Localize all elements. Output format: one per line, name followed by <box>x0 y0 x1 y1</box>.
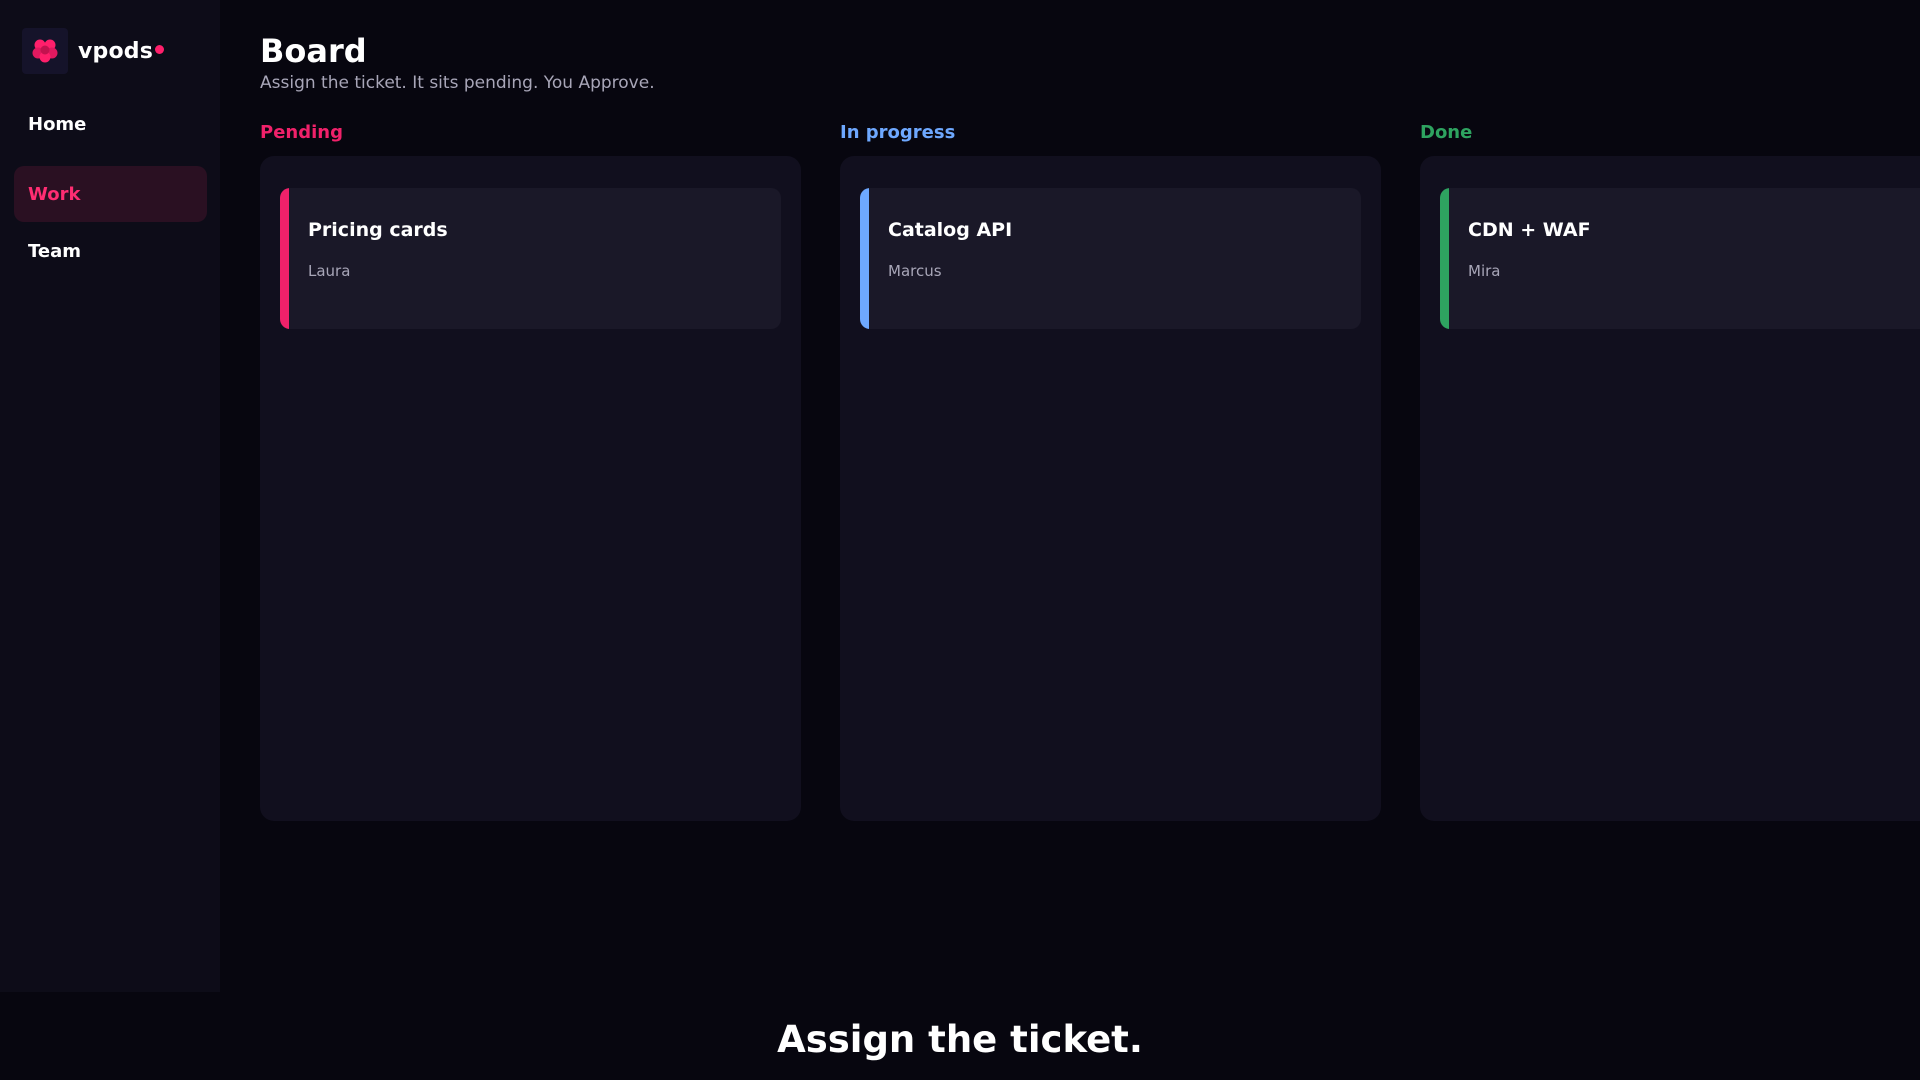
status-bar <box>860 188 869 329</box>
card-title: Catalog API <box>888 219 1013 241</box>
sidebar-item-label: Home <box>28 113 87 135</box>
brand[interactable]: vpods <box>22 28 165 74</box>
column-pending: Pricing cards Laura <box>260 156 801 821</box>
card-title: CDN + WAF <box>1468 219 1591 241</box>
brand-dot-icon <box>155 44 165 54</box>
column-label-in-progress: In progress <box>840 122 956 143</box>
card-assignee: Laura <box>308 262 351 280</box>
card-assignee: Marcus <box>888 262 942 280</box>
sidebar-item-work[interactable]: Work <box>14 166 207 222</box>
column-label-pending: Pending <box>260 122 343 143</box>
ticket-card[interactable]: CDN + WAF Mira <box>1440 188 1920 329</box>
sidebar: vpods Home Work Team <box>0 0 220 992</box>
sidebar-item-home[interactable]: Home <box>14 96 207 152</box>
brand-name: vpods <box>78 38 154 64</box>
ticket-card[interactable]: Pricing cards Laura <box>280 188 781 329</box>
sidebar-item-team[interactable]: Team <box>14 223 207 279</box>
status-bar <box>280 188 289 329</box>
card-assignee: Mira <box>1468 262 1501 280</box>
column-done: CDN + WAF Mira <box>1420 156 1920 821</box>
caption: Assign the ticket. <box>777 1018 1143 1061</box>
column-label-done: Done <box>1420 122 1473 143</box>
card-title: Pricing cards <box>308 219 448 241</box>
sidebar-item-label: Work <box>28 183 81 205</box>
column-in-progress: Catalog API Marcus <box>840 156 1381 821</box>
sidebar-item-label: Team <box>28 240 81 262</box>
flower-logo-icon <box>22 28 68 74</box>
app-root: vpods Home Work Team Board Assign the ti… <box>0 0 1920 1080</box>
page-subtitle: Assign the ticket. It sits pending. You … <box>260 73 655 93</box>
status-bar <box>1440 188 1449 329</box>
page-title: Board <box>260 32 367 70</box>
ticket-card[interactable]: Catalog API Marcus <box>860 188 1361 329</box>
